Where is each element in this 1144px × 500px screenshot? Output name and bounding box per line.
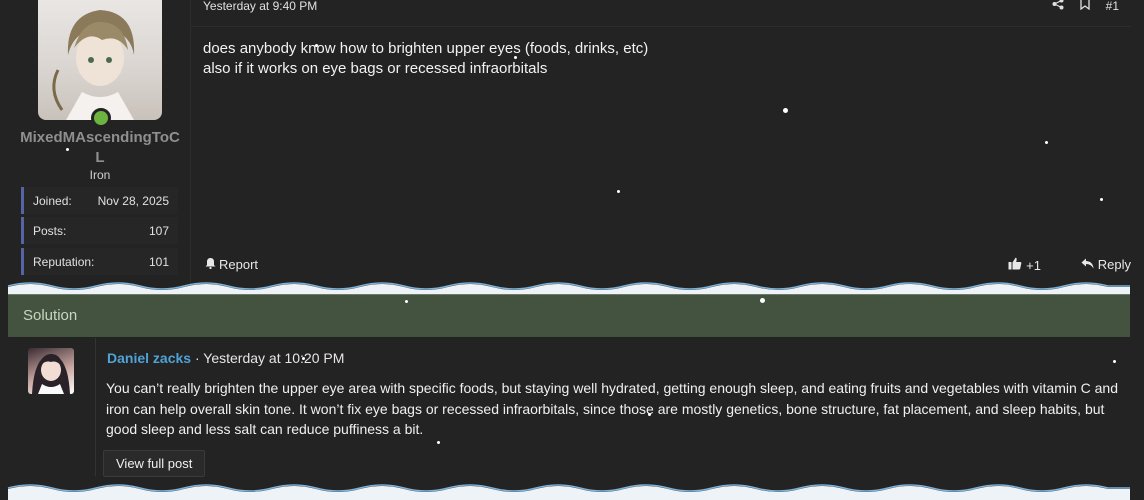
post-body-line: does anybody know how to brighten upper … (203, 40, 649, 57)
report-label: Report (219, 257, 259, 272)
column-divider (95, 338, 96, 476)
meta-separator: · (191, 350, 204, 366)
post-footer: Report +1 Reply (191, 256, 1131, 276)
post-number[interactable]: #1 (1106, 0, 1119, 13)
stat-joined: Joined: Nov 28, 2025 (21, 187, 178, 214)
post-main: Yesterday at 9:40 PM #1 does anybody kno… (191, 0, 1144, 290)
bookmark-icon[interactable] (1079, 0, 1090, 13)
view-full-post-button[interactable]: View full post (103, 450, 206, 477)
snowflake (648, 413, 651, 416)
stat-value: 101 (148, 254, 169, 269)
bell-icon (205, 257, 216, 272)
solution-author-avatar[interactable] (28, 348, 74, 394)
snowflake (405, 300, 408, 303)
post-date[interactable]: Yesterday at 9:40 PM (203, 0, 317, 13)
snowflake (437, 441, 440, 444)
snowflake (1045, 141, 1048, 144)
snowflake (514, 56, 517, 59)
snowflake (617, 190, 620, 193)
avatar-illustration (52, 10, 135, 120)
snowflake (302, 357, 305, 360)
snowflake (760, 298, 765, 303)
post-body-line: also if it works on eye bags or recessed… (203, 60, 548, 77)
solution-date[interactable]: Yesterday at 10:20 PM (203, 350, 344, 366)
stat-value: 107 (148, 223, 169, 238)
user-avatar[interactable] (38, 0, 162, 120)
report-button[interactable]: Report (205, 257, 258, 272)
snowflake (66, 148, 69, 151)
post-header: Yesterday at 9:40 PM #1 (191, 0, 1131, 27)
post-body: does anybody know how to brighten upper … (203, 39, 648, 79)
reply-arrow-icon (1081, 257, 1094, 272)
solution-text: You can’t really brighten the upper eye … (106, 380, 1118, 437)
like-button[interactable]: +1 (1008, 257, 1041, 273)
snow-icicle-border (7, 484, 1130, 500)
user-sidebar: MixedMAscendingToCL Iron Joined: Nov 28,… (0, 0, 190, 290)
thumbs-up-icon (1008, 257, 1022, 273)
stat-label: Joined: (33, 193, 72, 208)
solution-author-link[interactable]: Daniel zacks (107, 350, 191, 366)
user-rank: Iron (89, 168, 111, 182)
snowflake (1100, 198, 1103, 201)
online-status-indicator (91, 108, 111, 128)
reply-label: Reply (1097, 257, 1131, 272)
avatar-illustration (32, 354, 70, 394)
stat-label: Posts: (33, 223, 67, 238)
snowflake (315, 44, 318, 47)
username[interactable]: MixedMAscendingToCL (18, 128, 182, 168)
post-header-actions: #1 (1052, 0, 1119, 13)
stat-posts: Posts: 107 (21, 217, 178, 244)
snowflake (1113, 360, 1116, 363)
solution-heading: Solution (23, 307, 78, 324)
solution-bar: Solution (8, 294, 1130, 337)
reply-button[interactable]: Reply (1081, 257, 1131, 272)
stat-value: Nov 28, 2025 (97, 193, 169, 208)
share-icon[interactable] (1052, 0, 1064, 13)
post-message: MixedMAscendingToCL Iron Joined: Nov 28,… (0, 0, 1144, 290)
stat-label: Reputation: (33, 254, 95, 269)
solution-meta: Daniel zacks · Yesterday at 10:20 PM (107, 350, 344, 366)
reaction-count: +1 (1026, 257, 1041, 273)
stat-reputation: Reputation: 101 (21, 248, 178, 275)
snowflake (783, 108, 788, 113)
